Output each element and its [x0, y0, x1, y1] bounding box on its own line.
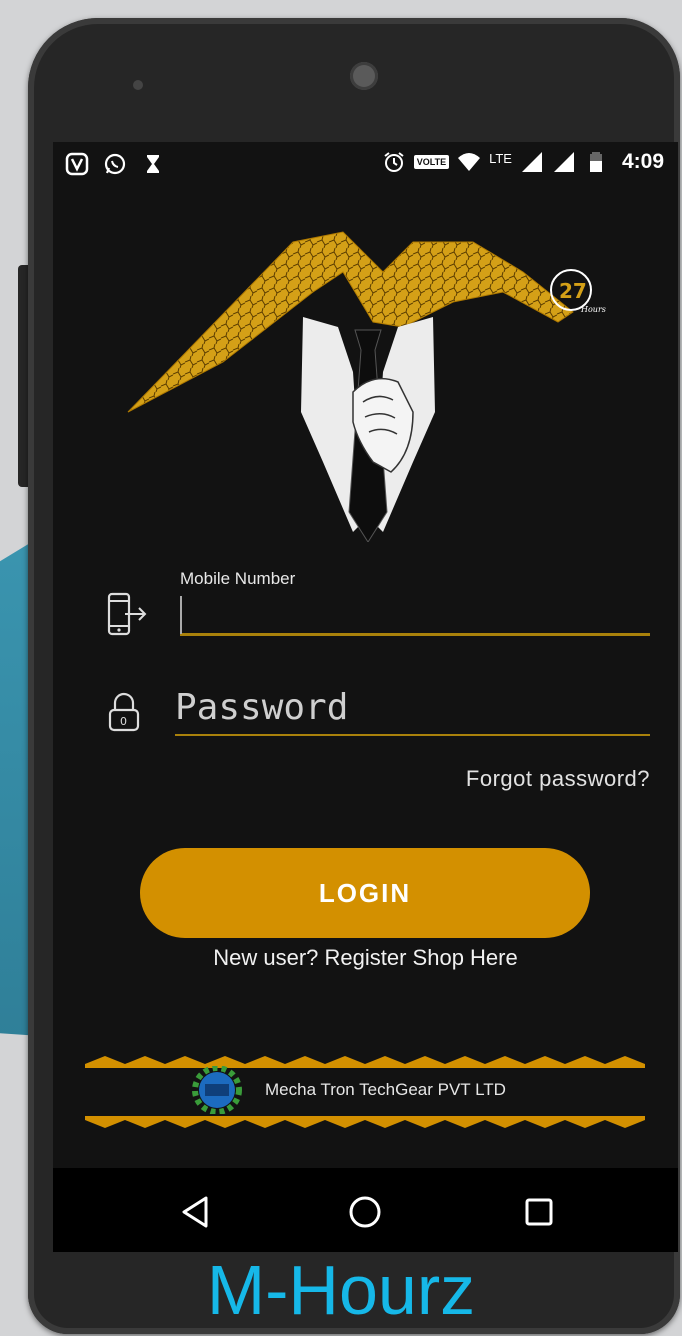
svg-text:0: 0 [120, 715, 127, 728]
forgot-password-link[interactable]: Forgot password? [466, 766, 650, 792]
company-name: Mecha Tron TechGear PVT LTD [265, 1080, 506, 1099]
company-gear-logo [192, 1066, 242, 1114]
back-icon[interactable] [176, 1192, 216, 1232]
phone-side-button [18, 265, 28, 487]
logo-badge-number: 27 [559, 279, 587, 303]
mobile-number-input[interactable] [180, 594, 650, 636]
home-icon[interactable] [345, 1192, 385, 1232]
clock: 4:09 [621, 150, 664, 173]
password-input[interactable]: Password [175, 680, 650, 736]
signal-icon-2 [553, 152, 574, 172]
lock-icon: 0 [108, 692, 140, 732]
login-button[interactable]: LOGIN [140, 848, 590, 938]
text-cursor [180, 596, 182, 634]
register-shop-link[interactable]: New user? Register Shop Here [53, 945, 678, 971]
front-camera [350, 62, 378, 90]
app-screen: VOLTE LTE 4:09 27 Hours Mobile Number 0 … [53, 142, 678, 1252]
android-nav-bar [53, 1168, 678, 1252]
recents-icon[interactable] [519, 1192, 559, 1232]
wifi-icon [458, 153, 481, 171]
saavn-icon [65, 152, 89, 176]
brand-caption: M-Hourz [206, 1251, 476, 1329]
logo-badge-text: Hours [580, 305, 606, 314]
mobile-login-icon [107, 592, 147, 636]
hourglass-icon [147, 155, 159, 173]
mobile-number-label: Mobile Number [180, 569, 296, 588]
battery-icon [589, 152, 602, 172]
alarm-icon [384, 152, 404, 172]
network-type: LTE [489, 150, 512, 166]
proximity-sensor [133, 80, 143, 90]
whatsapp-icon [104, 153, 126, 175]
app-logo: 27 Hours [127, 231, 606, 542]
volte-badge: VOLTE [413, 155, 450, 169]
status-bar: VOLTE LTE 4:09 [53, 142, 678, 186]
signal-icon [521, 152, 542, 172]
